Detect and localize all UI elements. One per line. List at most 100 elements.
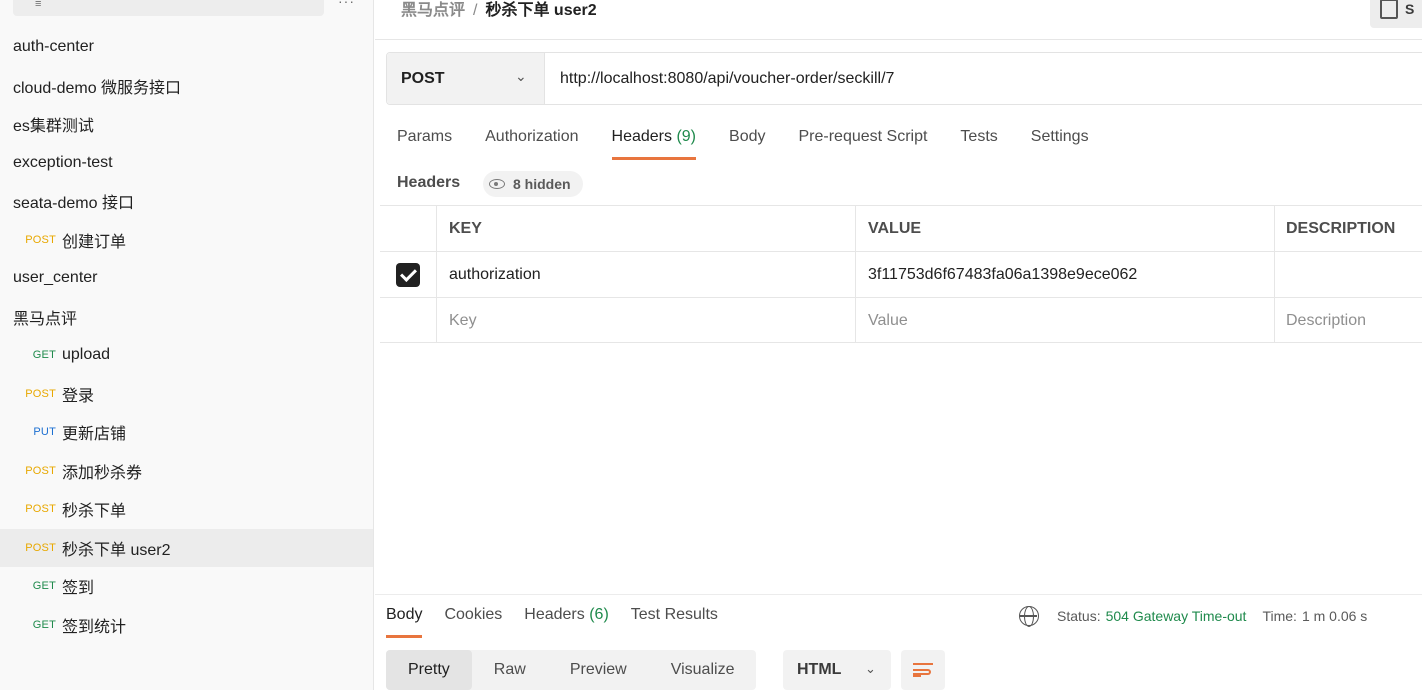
tab-label: Headers (524, 606, 585, 623)
select-column-header (380, 206, 436, 251)
tab-label: Pre-request Script (798, 128, 928, 145)
chevron-down-icon: ⌄ (865, 661, 876, 676)
collection-folder[interactable]: cloud-demo 微服务接口 (0, 67, 373, 106)
status-value[interactable]: 504 Gateway Time-out (1106, 608, 1247, 624)
row-enable-checkbox[interactable] (396, 262, 420, 287)
time-value[interactable]: 1 m 0.06 s (1302, 608, 1367, 624)
breadcrumb-parent[interactable]: 黑马点评 (401, 2, 465, 19)
header-key-cell[interactable]: authorization (436, 252, 855, 297)
new-key-input[interactable]: Key (436, 298, 855, 343)
key-column-header: KEY (436, 206, 855, 251)
format-preview-button[interactable]: Preview (548, 650, 649, 690)
tab-headers[interactable]: Headers (9) (611, 128, 697, 160)
tab-tests[interactable]: Tests (960, 128, 997, 160)
description-column-header: DESCRIPTION (1274, 206, 1422, 251)
tab-authorization[interactable]: Authorization (485, 128, 578, 160)
tab-pre-request-script[interactable]: Pre-request Script (798, 128, 927, 160)
wrap-lines-button[interactable] (901, 650, 945, 690)
tab-label: Settings (1030, 128, 1089, 145)
language-select[interactable]: HTML ⌄ (783, 650, 891, 690)
sidebar-item-label: 签到统计 (62, 618, 127, 636)
tab-label: Headers (611, 128, 672, 145)
request-item[interactable]: POST 登录 (0, 375, 373, 414)
request-item[interactable]: POST 添加秒杀券 (0, 452, 373, 491)
request-item[interactable]: GET 签到 (0, 567, 373, 606)
collection-folder[interactable]: seata-demo 接口 (0, 182, 373, 221)
header-description-cell[interactable] (1274, 252, 1422, 297)
sidebar-item-label: 添加秒杀券 (62, 464, 143, 482)
sidebar-item-label: 秒杀下单 (62, 503, 127, 521)
sidebar-item-label: user_center (13, 269, 98, 287)
hidden-headers-toggle[interactable]: 8 hidden (483, 171, 583, 197)
format-raw-button[interactable]: Raw (472, 650, 548, 690)
sidebar-item-label: seata-demo 接口 (13, 195, 134, 213)
status-label: Status: (1057, 608, 1101, 624)
method-badge: POST (25, 541, 56, 554)
more-options-icon[interactable]: ··· (338, 0, 355, 9)
sidebar-item-label: 更新店铺 (62, 426, 127, 444)
new-header-row: Key Value Description (380, 297, 1422, 343)
globe-icon[interactable] (1019, 606, 1039, 627)
sidebar-item-label: 黑马点评 (13, 310, 78, 328)
new-value-input[interactable]: Value (855, 298, 1274, 343)
tab-params[interactable]: Params (397, 128, 452, 160)
request-item[interactable]: PUT 更新店铺 (0, 413, 373, 452)
response-divider[interactable] (375, 594, 1422, 595)
chevron-down-icon: ⌄ (515, 68, 527, 84)
divider (375, 39, 1422, 40)
header-value-cell[interactable]: 3f11753d6f67483fa06a1398e9ece062 (855, 252, 1274, 297)
method-badge: POST (25, 387, 56, 400)
method-select[interactable]: POST ⌄ (387, 53, 545, 104)
save-button[interactable]: S (1370, 0, 1422, 28)
response-tab-headers[interactable]: Headers (6) (524, 606, 609, 638)
tab-label: Authorization (485, 128, 579, 145)
method-badge: GET (32, 618, 56, 631)
collection-folder[interactable]: auth-center (0, 28, 373, 67)
request-item[interactable]: GET 签到统计 (0, 606, 373, 645)
breadcrumb: 黑马点评 / 秒杀下单 user2 (401, 0, 597, 20)
format-visualize-button[interactable]: Visualize (649, 650, 757, 690)
tab-label: Tests (960, 128, 998, 145)
method-value: POST (401, 70, 445, 87)
tab-body[interactable]: Body (729, 128, 765, 160)
response-status: Status: 504 Gateway Time-out Time: 1 m 0… (1019, 606, 1367, 627)
value-column-header: VALUE (855, 206, 1274, 251)
request-item[interactable]: POST 秒杀下单 user2 (0, 528, 373, 567)
collection-folder[interactable]: 黑马点评 (0, 298, 373, 337)
method-badge: POST (25, 464, 56, 477)
request-item[interactable]: POST 秒杀下单 (0, 490, 373, 529)
table-header-row: KEY VALUE DESCRIPTION (380, 205, 1422, 251)
filter-icon[interactable]: ≡ (35, 0, 41, 10)
response-tab-body[interactable]: Body (386, 606, 423, 638)
response-tab-cookies[interactable]: Cookies (444, 606, 502, 638)
request-tabs: Params Authorization Headers (9) Body Pre-re… (397, 128, 1122, 160)
save-icon (1380, 0, 1398, 19)
format-pretty-button[interactable]: Pretty (386, 650, 472, 690)
sidebar-item-label: 创建订单 (62, 233, 127, 251)
tab-settings[interactable]: Settings (1031, 128, 1089, 160)
url-input[interactable] (545, 53, 1422, 104)
method-badge: GET (32, 580, 56, 593)
breadcrumb-current[interactable]: 秒杀下单 user2 (485, 2, 596, 19)
response-tab-test-results[interactable]: Test Results (631, 606, 718, 638)
collection-folder[interactable]: exception-test (0, 144, 373, 183)
tab-label: Body (729, 128, 766, 145)
method-badge: POST (25, 233, 56, 246)
sidebar-item-label: 登录 (62, 387, 95, 405)
request-item[interactable]: GET upload (0, 336, 373, 375)
url-bar: POST ⌄ (386, 52, 1422, 105)
tab-count: (9) (676, 128, 697, 145)
request-editor: 黑马点评 / 秒杀下单 user2 S POST ⌄ Params Authoriza… (375, 0, 1422, 690)
tab-label: Body (386, 606, 423, 623)
sidebar-item-label: exception-test (13, 153, 113, 171)
headers-table: KEY VALUE DESCRIPTION authorization 3f11… (380, 205, 1422, 343)
request-item[interactable]: POST 创建订单 (0, 221, 373, 260)
tab-label: Params (397, 128, 453, 145)
collection-folder[interactable]: user_center (0, 259, 373, 298)
new-description-input[interactable]: Description (1274, 298, 1422, 343)
collection-folder[interactable]: es集群测试 (0, 105, 373, 144)
sidebar-item-label: auth-center (13, 38, 94, 56)
collections-filter[interactable]: ≡ (13, 0, 324, 16)
sidebar-item-label: es集群测试 (13, 118, 94, 136)
sidebar-item-label: cloud-demo 微服务接口 (13, 79, 182, 97)
